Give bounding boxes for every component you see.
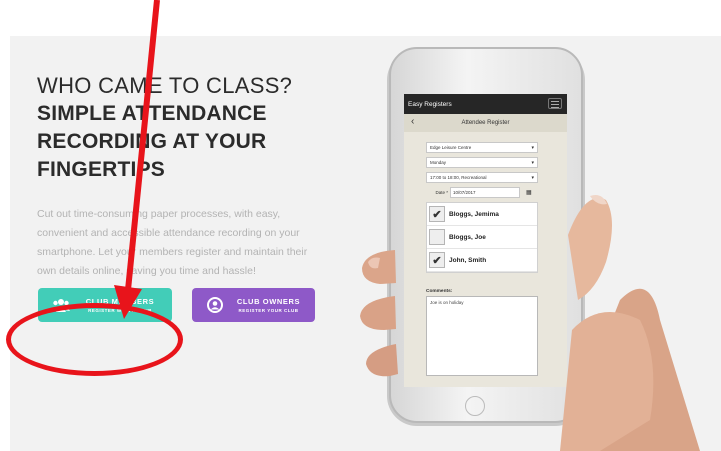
hand-image [360,195,700,451]
